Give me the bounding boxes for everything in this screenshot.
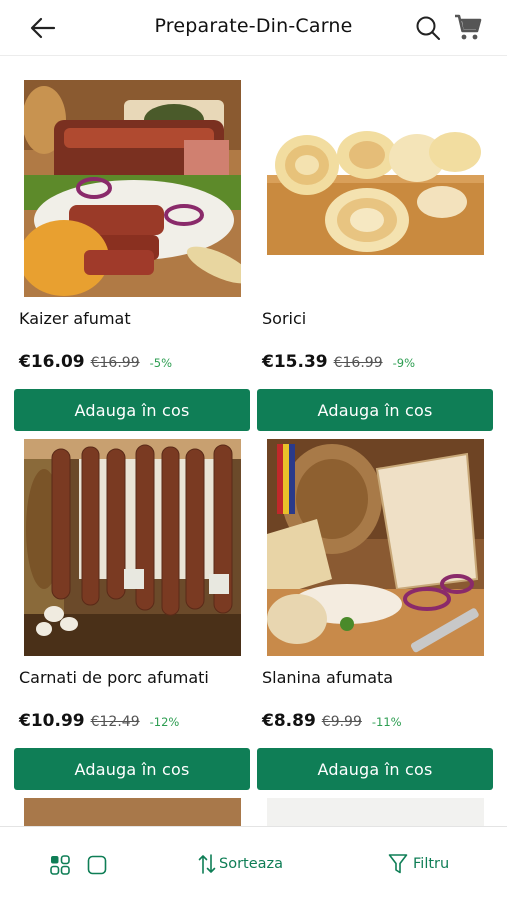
product-image[interactable] (267, 80, 484, 297)
sort-label: Sorteaza (219, 856, 284, 872)
sort-icon (198, 854, 216, 874)
add-to-cart-button[interactable]: Adauga în cos (14, 748, 250, 790)
product-card[interactable]: Carnati de porc afumati €10.99 €12.49 -1… (14, 439, 250, 791)
grid-view-icon[interactable] (50, 855, 70, 875)
product-image[interactable] (267, 439, 484, 656)
add-to-cart-button[interactable]: Adauga în cos (257, 389, 493, 431)
filter-button[interactable]: Filtru (388, 853, 449, 875)
product-name[interactable]: Carnati de porc afumati (19, 668, 209, 687)
cart-icon[interactable] (453, 12, 483, 42)
price-row: €10.99 €12.49 -12% (19, 711, 179, 731)
product-name[interactable]: Sorici (262, 309, 306, 328)
product-card[interactable]: Kaizer afumat €16.09 €16.99 -5% Adauga î… (14, 80, 250, 432)
product-card[interactable]: Sorici €15.39 €16.99 -9% Adauga în cos (257, 80, 493, 432)
price-row: €16.09 €16.99 -5% (19, 352, 172, 372)
price-row: €15.39 €16.99 -9% (262, 352, 415, 372)
old-price: €9.99 (321, 714, 362, 730)
discount-badge: -11% (371, 715, 402, 729)
product-price: €10.99 (19, 711, 85, 731)
discount-badge: -5% (149, 356, 173, 370)
product-name[interactable]: Kaizer afumat (19, 309, 131, 328)
search-icon[interactable] (414, 14, 442, 42)
product-price: €8.89 (262, 711, 316, 731)
product-name[interactable]: Slanina afumata (262, 668, 393, 687)
product-price: €15.39 (262, 352, 328, 372)
top-app-bar: Preparate-Din-Carne (0, 0, 507, 56)
product-image[interactable] (24, 80, 241, 297)
product-image-partial[interactable] (24, 798, 241, 826)
price-row: €8.89 €9.99 -11% (262, 711, 402, 731)
list-view-icon[interactable] (87, 855, 107, 875)
product-grid: Kaizer afumat €16.09 €16.99 -5% Adauga î… (0, 56, 507, 826)
filter-icon (388, 854, 408, 874)
discount-badge: -12% (149, 715, 180, 729)
bottom-toolbar: Sorteaza Filtru (0, 826, 507, 900)
product-card[interactable]: Slanina afumata €8.89 €9.99 -11% Adauga … (257, 439, 493, 791)
product-price: €16.09 (19, 352, 85, 372)
filter-label: Filtru (413, 856, 450, 872)
add-to-cart-button[interactable]: Adauga în cos (257, 748, 493, 790)
add-to-cart-button[interactable]: Adauga în cos (14, 389, 250, 431)
old-price: €12.49 (90, 714, 140, 730)
discount-badge: -9% (392, 356, 416, 370)
old-price: €16.99 (333, 355, 383, 371)
product-image[interactable] (24, 439, 241, 656)
sort-button[interactable]: Sorteaza (198, 853, 283, 875)
product-image-partial[interactable] (267, 798, 484, 826)
old-price: €16.99 (90, 355, 140, 371)
